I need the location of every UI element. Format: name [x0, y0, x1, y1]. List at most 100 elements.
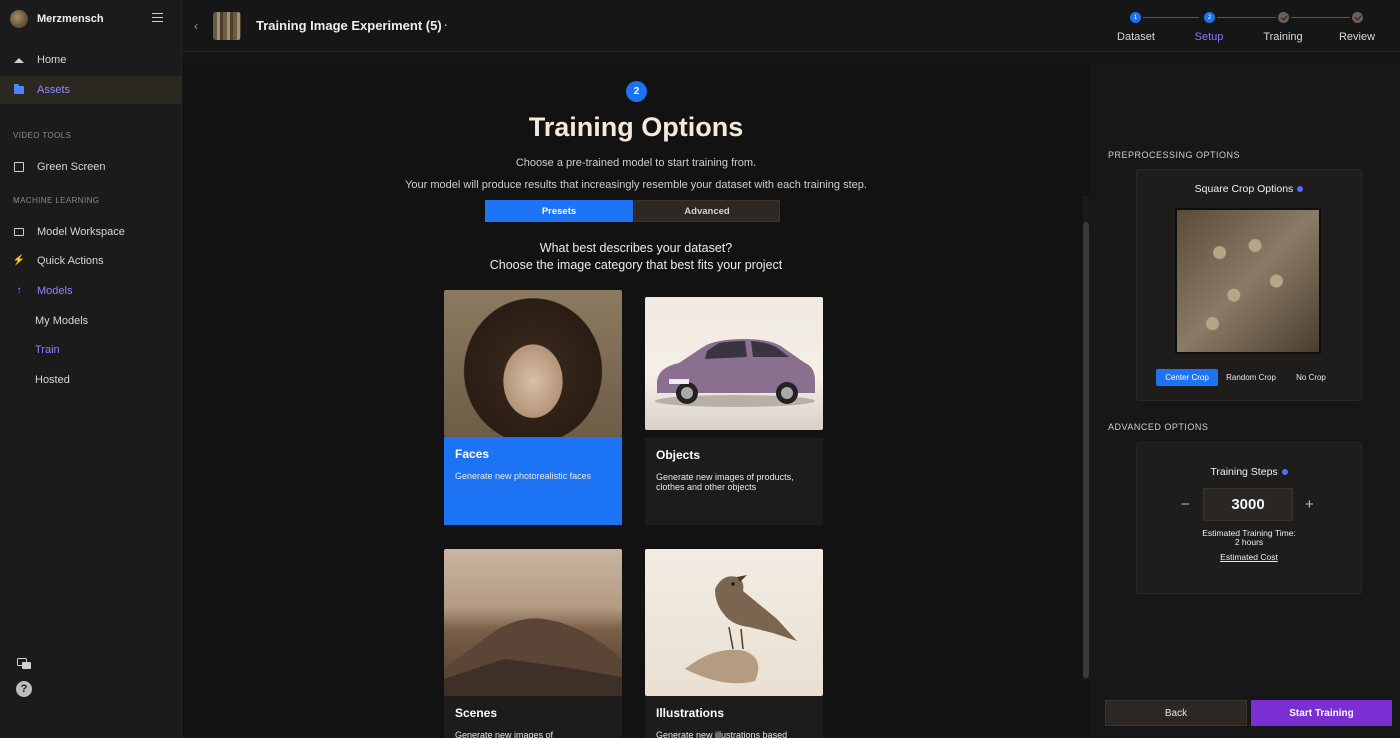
- card-title: Faces: [455, 447, 490, 461]
- card-title: Objects: [656, 448, 701, 462]
- card-body: Scenes Generate new images of: [444, 696, 622, 738]
- sidebar-item-label: My Models: [35, 315, 89, 327]
- mountain-illustration: [444, 618, 622, 696]
- preprocessing-options-label: PREPROCESSING OPTIONS: [1108, 150, 1241, 160]
- card-body: Faces Generate new photorealistic faces: [444, 437, 622, 525]
- main-content: 2 Training Options Choose a pre-trained …: [183, 64, 1089, 738]
- crop-preview-image: [1175, 208, 1321, 354]
- back-button[interactable]: Back: [1105, 700, 1247, 726]
- sidebar-item-label: Models: [37, 285, 73, 297]
- sidebar-item-model-workspace[interactable]: Model Workspace: [0, 218, 182, 246]
- crop-options-title: Square Crop Options: [1137, 183, 1361, 195]
- sidebar: Merzmensch Home Assets VIDEO TOOLS Green…: [0, 0, 182, 738]
- training-steps-panel: Training Steps − 3000 + Estimated Traini…: [1136, 442, 1362, 594]
- card-description: Generate new photorealistic faces: [455, 471, 592, 481]
- project-thumbnail: [213, 12, 241, 40]
- sidebar-item-my-models[interactable]: My Models: [0, 307, 182, 335]
- step-label-review[interactable]: Review: [1339, 31, 1375, 43]
- sidebar-item-label: Assets: [37, 84, 71, 96]
- step-dot-setup[interactable]: 2: [1204, 12, 1215, 23]
- sidebar-item-label: Green Screen: [37, 161, 106, 173]
- info-icon[interactable]: [1297, 186, 1304, 193]
- step-label-dataset[interactable]: Dataset: [1117, 31, 1155, 43]
- lightning-icon: ⚡: [12, 255, 26, 266]
- card-description: Generate new images of: [455, 730, 554, 738]
- more-options-icon[interactable]: ···: [432, 16, 449, 32]
- sidebar-item-quick-actions[interactable]: ⚡ Quick Actions: [0, 247, 182, 275]
- home-icon: [14, 55, 24, 65]
- scenes-preview-image: [444, 549, 622, 696]
- sidebar-item-label: Hosted: [35, 374, 70, 386]
- crop-options-title-text: Square Crop Options: [1194, 183, 1294, 195]
- category-card-scenes[interactable]: Scenes Generate new images of: [444, 549, 622, 738]
- card-description: Generate new illustrations based: [656, 730, 788, 738]
- page-description: Your model will produce results that inc…: [405, 179, 867, 191]
- tab-presets[interactable]: Presets: [485, 200, 633, 222]
- training-steps-title: Training Steps: [1137, 466, 1361, 478]
- illustrations-preview-image: [645, 549, 823, 696]
- sidebar-item-label: Model Workspace: [37, 226, 125, 238]
- folder-icon: [14, 84, 24, 95]
- sidebar-item-home[interactable]: Home: [0, 46, 182, 74]
- card-title: Scenes: [455, 706, 498, 720]
- page-title: Training Options: [528, 112, 744, 142]
- section-label-video-tools: VIDEO TOOLS: [13, 131, 72, 140]
- random-crop-button[interactable]: Random Crop: [1220, 369, 1282, 386]
- page-subtitle: Choose a pre-trained model to start trai…: [515, 157, 757, 169]
- step-dot-review[interactable]: [1352, 12, 1363, 23]
- hamburger-menu-icon[interactable]: [152, 13, 163, 22]
- sidebar-item-hosted[interactable]: Hosted: [0, 366, 182, 394]
- category-card-faces[interactable]: Faces Generate new photorealistic faces: [444, 290, 622, 525]
- step-number-badge: 2: [626, 81, 647, 102]
- dataset-instruction: Choose the image category that best fits…: [489, 258, 783, 272]
- sidebar-item-label: Train: [35, 344, 60, 356]
- info-icon[interactable]: [1281, 469, 1288, 476]
- card-description: Generate new images of products, clothes…: [656, 472, 794, 492]
- workspace-icon: [14, 227, 24, 237]
- scrollbar-thumb[interactable]: [1083, 222, 1089, 678]
- bird-illustration: [685, 575, 797, 684]
- top-bar: ‹ Training Image Experiment (5) ···: [183, 0, 1400, 52]
- step-label-setup[interactable]: Setup: [1195, 31, 1224, 43]
- training-steps-title-text: Training Steps: [1210, 466, 1278, 478]
- green-screen-icon: [14, 162, 24, 172]
- project-title: Training Image Experiment (5): [256, 18, 442, 33]
- card-body: Objects Generate new images of products,…: [645, 438, 823, 525]
- no-crop-button[interactable]: No Crop: [1283, 369, 1339, 386]
- square-crop-options-panel: Square Crop Options Center Crop Random C…: [1136, 169, 1362, 401]
- card-title: Illustrations: [656, 706, 725, 720]
- chat-icon[interactable]: [16, 656, 32, 672]
- tab-advanced[interactable]: Advanced: [634, 200, 780, 222]
- step-label-training[interactable]: Training: [1263, 31, 1302, 43]
- estimated-time-value: 2 hours: [1234, 537, 1264, 547]
- sidebar-item-train[interactable]: Train: [0, 336, 182, 364]
- sidebar-item-models[interactable]: ↑ Models: [0, 277, 182, 305]
- step-dot-dataset[interactable]: 1: [1130, 12, 1141, 23]
- center-crop-button[interactable]: Center Crop: [1156, 369, 1218, 386]
- training-steps-input[interactable]: 3000: [1203, 488, 1293, 521]
- brand-name: Merzmensch: [37, 13, 104, 25]
- models-arrow-icon: ↑: [16, 285, 22, 296]
- sidebar-item-assets[interactable]: Assets: [0, 76, 182, 104]
- dataset-question: What best describes your dataset?: [539, 241, 733, 255]
- sidebar-item-label: Home: [37, 54, 67, 66]
- category-card-objects[interactable]: Objects Generate new images of products,…: [645, 297, 823, 525]
- faces-preview-image: [444, 290, 622, 437]
- car-illustration: [655, 339, 815, 407]
- increment-steps-button[interactable]: +: [1305, 496, 1314, 513]
- step-dot-training[interactable]: [1278, 12, 1289, 23]
- estimated-cost-link[interactable]: Estimated Cost: [1137, 553, 1361, 562]
- card-body: Illustrations Generate new illustrations…: [645, 696, 823, 738]
- back-chevron-icon[interactable]: ‹: [194, 19, 198, 33]
- objects-preview-image: [645, 297, 823, 430]
- decrement-steps-button[interactable]: −: [1181, 496, 1190, 513]
- start-training-button[interactable]: Start Training: [1251, 700, 1392, 726]
- sidebar-item-label: Quick Actions: [37, 255, 104, 267]
- right-panel: PREPROCESSING OPTIONS Square Crop Option…: [1090, 64, 1400, 738]
- help-icon[interactable]: ?: [16, 681, 32, 697]
- sidebar-item-green-screen[interactable]: Green Screen: [0, 153, 182, 181]
- advanced-options-label: ADVANCED OPTIONS: [1108, 422, 1209, 432]
- avatar: [10, 10, 28, 28]
- category-card-illustrations[interactable]: Illustrations Generate new illustrations…: [645, 549, 823, 738]
- section-label-machine-learning: MACHINE LEARNING: [13, 196, 100, 205]
